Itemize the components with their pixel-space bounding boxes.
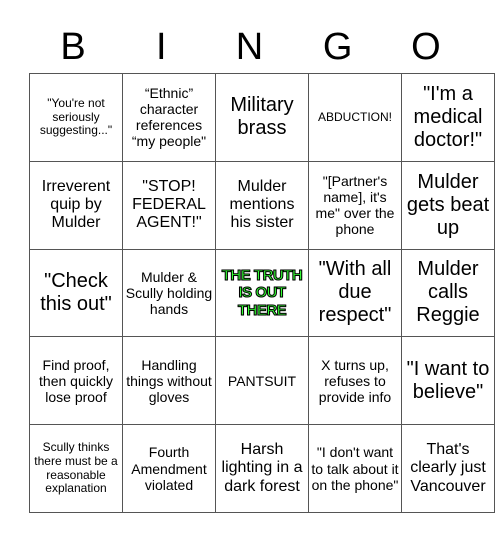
bingo-cell[interactable]: "[Partner's name], it's me" over the pho… bbox=[308, 160, 402, 250]
bingo-cell[interactable]: Mulder mentions his sister bbox=[215, 160, 309, 250]
bingo-cell[interactable]: PANTSUIT bbox=[215, 336, 309, 426]
free-space-cell[interactable]: THE TRUTH IS OUT THERE bbox=[215, 248, 309, 338]
bingo-row: Scully thinks there must be a reasonable… bbox=[29, 424, 495, 513]
bingo-cell[interactable]: Military brass bbox=[215, 73, 309, 162]
bingo-cell[interactable]: "I want to believe" bbox=[401, 336, 495, 426]
bingo-header: B I N G O bbox=[29, 22, 470, 72]
bingo-row: "You're not seriously suggesting..." “Eth… bbox=[29, 73, 495, 162]
bingo-cell[interactable]: Mulder calls Reggie bbox=[401, 248, 495, 338]
bingo-cell[interactable]: Scully thinks there must be a reasonable… bbox=[29, 424, 123, 513]
bingo-cell[interactable]: ABDUCTION! bbox=[308, 73, 402, 162]
bingo-cell[interactable]: Mulder gets beat up bbox=[401, 160, 495, 250]
bingo-cell[interactable]: "With all due respect" bbox=[308, 248, 402, 338]
bingo-cell[interactable]: Find proof, then quickly lose proof bbox=[29, 336, 123, 426]
bingo-cell[interactable]: X turns up, refuses to provide info bbox=[308, 336, 402, 426]
bingo-cell[interactable]: "Check this out" bbox=[29, 248, 123, 338]
bingo-cell[interactable]: Irreverent quip by Mulder bbox=[29, 160, 123, 250]
bingo-cell[interactable]: "I don't want to talk about it on the ph… bbox=[308, 424, 402, 513]
bingo-row: "Check this out" Mulder & Scully holding … bbox=[29, 248, 495, 338]
header-letter-b: B bbox=[60, 26, 86, 68]
bingo-cell[interactable]: That's clearly just Vancouver bbox=[401, 424, 495, 513]
header-letter-n: N bbox=[235, 26, 264, 68]
header-letter-g: G bbox=[322, 26, 353, 68]
bingo-cell[interactable]: Mulder & Scully holding hands bbox=[122, 248, 216, 338]
header-letter-o: O bbox=[411, 26, 441, 68]
bingo-cell[interactable]: Fourth Amendment violated bbox=[122, 424, 216, 513]
bingo-row: Find proof, then quickly lose proof Handl… bbox=[29, 336, 495, 426]
bingo-row: Irreverent quip by Mulder "STOP! FEDERAL … bbox=[29, 160, 495, 250]
bingo-cell[interactable]: “Ethnic” character references “my people… bbox=[122, 73, 216, 162]
bingo-grid: "You're not seriously suggesting..." “Eth… bbox=[29, 73, 495, 513]
header-letter-i: I bbox=[156, 26, 167, 68]
bingo-cell[interactable]: "STOP! FEDERAL AGENT!" bbox=[122, 160, 216, 250]
bingo-cell[interactable]: "You're not seriously suggesting..." bbox=[29, 73, 123, 162]
bingo-cell[interactable]: "I'm a medical doctor!" bbox=[401, 73, 495, 162]
bingo-cell[interactable]: Harsh lighting in a dark forest bbox=[215, 424, 309, 513]
bingo-cell[interactable]: Handling things without gloves bbox=[122, 336, 216, 426]
